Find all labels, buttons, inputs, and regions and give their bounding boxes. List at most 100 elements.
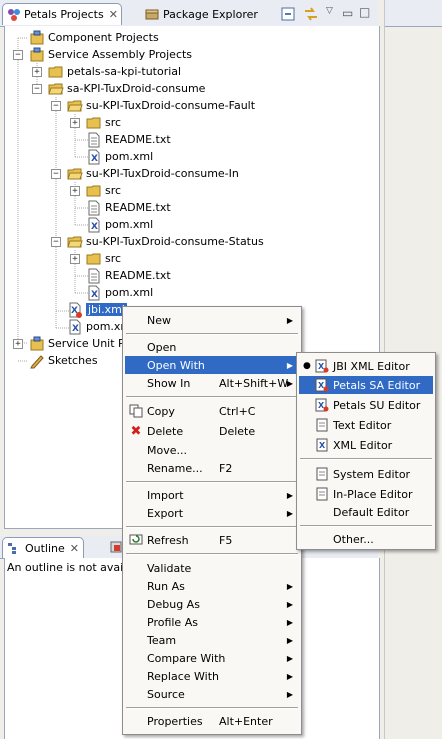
tree-item-readme[interactable]: README.txt (86, 199, 171, 216)
menu-item-move[interactable]: Move... (125, 441, 299, 459)
close-icon[interactable]: ✕ (70, 542, 79, 555)
menu-item-validate[interactable]: Validate (125, 559, 299, 577)
expand-icon[interactable]: + (70, 118, 80, 128)
submenu-item-in-place-editor[interactable]: In-Place Editor (299, 485, 433, 503)
tree-item-component-projects[interactable]: Component Projects (29, 29, 159, 46)
tree-item-src[interactable]: src (86, 250, 121, 267)
menu-separator (126, 707, 298, 709)
menu-item-label: Text Editor (333, 418, 392, 432)
menu-item-profile-as[interactable]: Profile As ▶ (125, 613, 299, 631)
menu-item-label: Source (147, 687, 185, 701)
submenu-arrow-icon: ▶ (286, 508, 293, 518)
menu-item-import[interactable]: Import ▶ (125, 486, 299, 504)
menu-item-export[interactable]: Export ▶ (125, 504, 299, 522)
submenu-item-petals-sa-editor[interactable]: X Petals SA Editor (299, 376, 433, 394)
menu-item-source[interactable]: Source ▶ (125, 685, 299, 703)
tree-item-sa-kpi[interactable]: sa-KPI-TuxDroid-consume (48, 80, 205, 97)
minimize-icon[interactable]: ▭ (342, 6, 353, 20)
text-file-icon (88, 132, 100, 147)
menu-item-open-with[interactable]: Open With ▶ (125, 356, 299, 374)
collapse-icon[interactable]: − (51, 169, 61, 179)
tree-item-readme[interactable]: README.txt (86, 267, 171, 284)
project-icon (30, 47, 44, 61)
menu-separator (126, 396, 298, 398)
collapse-icon[interactable]: − (32, 84, 42, 94)
menu-item-refresh[interactable]: Refresh F5 (125, 531, 299, 549)
text-file-icon (314, 466, 330, 482)
link-with-editor-icon[interactable] (303, 6, 319, 22)
petals-icon (7, 7, 21, 23)
menu-item-label: Petals SU Editor (333, 398, 421, 412)
submenu-item-default-editor[interactable]: Default Editor (299, 503, 433, 521)
tree-item-src[interactable]: src (86, 114, 121, 131)
menu-item-debug-as[interactable]: Debug As ▶ (125, 595, 299, 613)
menu-item-label: JBI XML Editor (333, 359, 410, 373)
folder-icon (86, 185, 101, 196)
project-icon (30, 30, 44, 44)
menu-item-team[interactable]: Team ▶ (125, 631, 299, 649)
tree-item-pom[interactable]: X pom.xml (86, 216, 153, 233)
menu-item-label: Validate (147, 561, 192, 575)
menu-item-delete[interactable]: ✖ Delete Delete (125, 422, 299, 440)
menu-item-run-as[interactable]: Run As ▶ (125, 577, 299, 595)
folder-icon (86, 117, 101, 128)
menu-item-label: Other... (333, 532, 374, 546)
menu-item-label: Compare With (147, 651, 226, 665)
collapse-icon[interactable]: − (51, 237, 61, 247)
submenu-arrow-icon: ▶ (286, 581, 293, 591)
expand-icon[interactable]: + (13, 339, 23, 349)
menu-item-shortcut: F2 (219, 461, 233, 475)
menu-item-label: Debug As (147, 597, 200, 611)
tab-outline[interactable]: Outline ✕ (2, 537, 84, 558)
menu-item-copy[interactable]: Copy Ctrl+C (125, 402, 299, 420)
collapse-icon[interactable]: − (51, 101, 61, 111)
submenu-item-xml-editor[interactable]: X XML Editor (299, 436, 433, 454)
submenu-item-text-editor[interactable]: Text Editor (299, 416, 433, 434)
tree-item-service-assembly-projects[interactable]: Service Assembly Projects (29, 46, 192, 63)
submenu-item-petals-su-editor[interactable]: X Petals SU Editor (299, 396, 433, 414)
close-icon[interactable]: ✕ (109, 8, 118, 21)
menu-item-properties[interactable]: Properties Alt+Enter (125, 712, 299, 730)
tree-item-pom[interactable]: X pom.xml (86, 284, 153, 301)
submenu-item-other[interactable]: Other... (299, 530, 433, 548)
tab-petals-projects[interactable]: Petals Projects ✕ (2, 3, 122, 25)
jbi-xml-icon: X (314, 397, 330, 413)
tree-item-su-in[interactable]: su-KPI-TuxDroid-consume-In (67, 165, 239, 182)
tree-item-su-status[interactable]: su-KPI-TuxDroid-consume-Status (67, 233, 264, 250)
view-tab-bar: Petals Projects ✕ Package Explorer ▽ ▭ □ (0, 0, 378, 27)
tree-item-pom[interactable]: X pom.xml (86, 148, 153, 165)
menu-item-shortcut: Alt+Shift+W (219, 376, 289, 390)
tree-item-sketches[interactable]: Sketches (29, 352, 98, 369)
menu-item-replace-with[interactable]: Replace With ▶ (125, 667, 299, 685)
menu-item-new[interactable]: New ▶ (125, 311, 299, 329)
delete-icon: ✖ (130, 423, 142, 439)
collapse-all-icon[interactable] (280, 6, 296, 22)
menu-item-label: New (147, 313, 171, 327)
menu-item-show-in[interactable]: Show In Alt+Shift+W ▶ (125, 374, 299, 392)
menu-item-label: Import (147, 488, 184, 502)
folder-icon (86, 253, 101, 264)
tab-label: Petals Projects (24, 8, 104, 21)
tab-package-explorer[interactable]: Package Explorer (140, 3, 276, 25)
menu-item-label: Profile As (147, 615, 198, 629)
tree-item-petals-sa-kpi-tutorial[interactable]: petals-sa-kpi-tutorial (48, 63, 181, 80)
submenu-item-jbi-xml-editor[interactable]: ● X JBI XML Editor (299, 357, 433, 375)
tree-item-src[interactable]: src (86, 182, 121, 199)
menu-item-compare-with[interactable]: Compare With ▶ (125, 649, 299, 667)
maximize-icon[interactable]: □ (359, 5, 370, 19)
tree-item-su-fault[interactable]: su-KPI-TuxDroid-consume-Fault (67, 97, 255, 114)
submenu-arrow-icon: ▶ (286, 617, 293, 627)
view-menu-icon[interactable]: ▽ (326, 6, 333, 16)
menu-item-rename[interactable]: Rename... F2 (125, 459, 299, 477)
expand-icon[interactable]: + (32, 67, 42, 77)
editor-tab-strip (384, 0, 442, 27)
pencil-icon (30, 354, 44, 368)
expand-icon[interactable]: + (70, 254, 80, 264)
submenu-item-system-editor[interactable]: System Editor (299, 465, 433, 483)
expand-icon[interactable]: + (70, 186, 80, 196)
collapse-icon[interactable]: − (13, 50, 23, 60)
menu-item-open[interactable]: Open (125, 338, 299, 356)
submenu-arrow-icon: ▶ (286, 653, 293, 663)
tree-item-jbi-xml[interactable]: X jbi.xml (67, 301, 127, 318)
tree-item-readme[interactable]: README.txt (86, 131, 171, 148)
